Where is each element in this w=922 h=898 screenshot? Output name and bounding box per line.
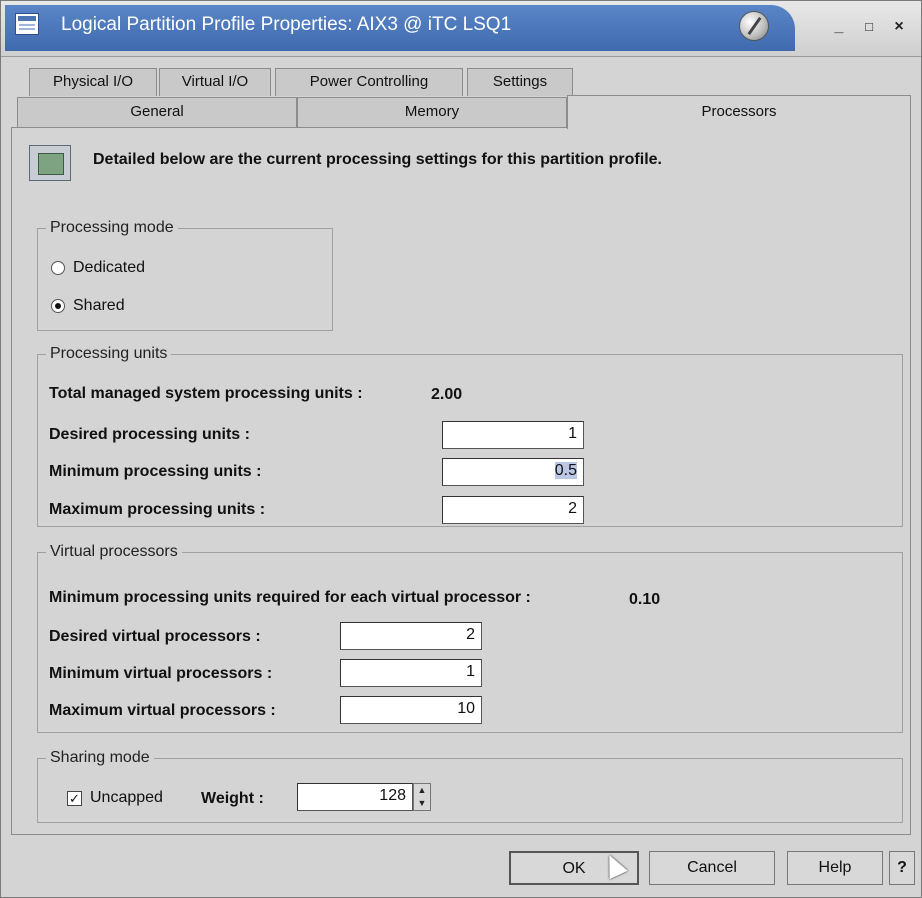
radio-dot-selected[interactable] [51,299,65,313]
cancel-button[interactable]: Cancel [649,851,775,885]
desired-vp-input[interactable]: 2 [340,622,482,650]
help-button[interactable]: Help [787,851,883,885]
tab-label: Virtual I/O [181,73,249,90]
window-title: Logical Partition Profile Properties: AI… [61,14,512,35]
tab-label: Memory [404,103,460,120]
tab-label: Settings [492,73,548,90]
maximum-units-input[interactable]: 2 [442,496,584,524]
tab-settings[interactable]: Settings [467,68,573,96]
weight-label: Weight : [201,790,264,807]
options-gem-icon[interactable] [739,11,769,41]
min-required-label: Minimum processing units required for ea… [49,589,531,606]
sharing-mode-group: Sharing mode [37,749,903,823]
minimum-vp-input[interactable]: 1 [340,659,482,687]
weight-spinner[interactable]: ▲ ▼ [413,783,431,811]
tab-memory[interactable]: Memory [297,97,567,127]
checkbox-checked-icon[interactable]: ✓ [67,790,82,806]
min-required-value: 0.10 [629,591,661,608]
desired-vp-label: Desired virtual processors : [49,628,261,645]
close-button[interactable]: × [887,15,911,39]
processing-units-legend: Processing units [50,345,168,362]
radio-dot[interactable] [51,261,65,275]
tab-label: Power Controlling [309,73,429,90]
minimum-units-label: Minimum processing units : [49,463,262,480]
dialog-window: Logical Partition Profile Properties: AI… [0,0,922,898]
shared-label: Shared [73,297,125,314]
minimum-units-value: 0.5 [554,462,577,479]
shared-radio[interactable]: Shared [51,297,125,315]
minimum-units-input[interactable]: 0.5 [442,458,584,486]
dedicated-label: Dedicated [73,259,146,276]
tab-label: Physical I/O [52,73,134,90]
uncapped-label: Uncapped [90,789,163,806]
total-units-label: Total managed system processing units : [49,385,363,402]
processor-chip-icon [29,145,71,181]
tab-virtual-io[interactable]: Virtual I/O [159,68,271,96]
desired-units-input[interactable]: 1 [442,421,584,449]
desired-units-label: Desired processing units : [49,426,250,443]
total-units-value: 2.00 [431,386,463,403]
dedicated-radio[interactable]: Dedicated [51,259,145,277]
tab-processors[interactable]: Processors [567,95,911,129]
minimize-button[interactable]: _ [827,15,851,39]
spinner-down-icon[interactable]: ▼ [414,797,430,810]
uncapped-checkbox[interactable]: ✓ Uncapped [67,789,163,807]
processing-mode-legend: Processing mode [50,219,174,236]
sharing-mode-legend: Sharing mode [50,749,150,766]
maximum-units-label: Maximum processing units : [49,501,266,518]
weight-input[interactable]: 128 [297,783,413,811]
tab-physical-io[interactable]: Physical I/O [29,68,157,96]
virtual-processors-legend: Virtual processors [50,543,178,560]
info-description: Detailed below are the current processin… [93,151,662,168]
minimum-vp-label: Minimum virtual processors : [49,665,273,682]
tab-general[interactable]: General [17,97,297,127]
context-help-button[interactable]: ? [889,851,915,885]
maximum-vp-label: Maximum virtual processors : [49,702,276,719]
title-bar[interactable]: Logical Partition Profile Properties: AI… [1,1,921,57]
maximize-button[interactable]: □ [857,15,881,39]
maximum-vp-input[interactable]: 10 [340,696,482,724]
tab-power-controlling[interactable]: Power Controlling [275,68,463,96]
tab-label: Processors [701,103,777,120]
tab-label: General [130,103,184,120]
window-icon [15,13,39,35]
spinner-up-icon[interactable]: ▲ [414,784,430,797]
